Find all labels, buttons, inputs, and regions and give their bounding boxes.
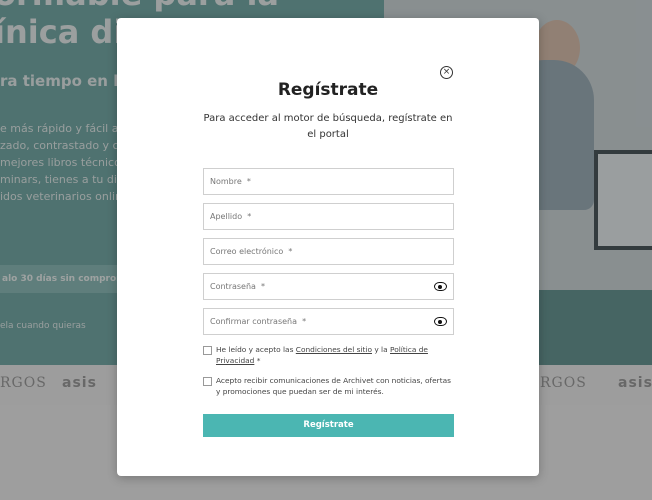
register-submit-button[interactable]: Regístrate: [203, 414, 454, 437]
terms-middle: y la: [371, 345, 390, 354]
modal-description: Para acceder al motor de búsqueda, regís…: [203, 113, 453, 140]
nombre-field[interactable]: [203, 168, 454, 195]
marketing-checkbox[interactable]: [203, 377, 212, 386]
confirm-password-field[interactable]: [203, 308, 454, 335]
marketing-label: Acepto recibir comunicaciones de Archive…: [216, 376, 451, 396]
eye-icon[interactable]: [434, 282, 447, 291]
apellido-field[interactable]: [203, 203, 454, 230]
nombre-input[interactable]: [204, 169, 453, 194]
apellido-input[interactable]: [204, 204, 453, 229]
terms-suffix: *: [254, 355, 261, 365]
terms-checkbox-row: He leído y acepto las Condiciones del si…: [203, 345, 454, 367]
terms-checkbox[interactable]: [203, 346, 212, 355]
password-input[interactable]: [204, 274, 453, 299]
terms-prefix: He leído y acepto las: [216, 345, 296, 354]
password-field[interactable]: [203, 273, 454, 300]
close-circle-icon[interactable]: ×: [440, 66, 453, 79]
terms-label: He leído y acepto las Condiciones del si…: [216, 345, 456, 366]
marketing-checkbox-row: Acepto recibir comunicaciones de Archive…: [203, 376, 454, 398]
eye-icon[interactable]: [434, 317, 447, 326]
modal-title: Regístrate: [277, 80, 379, 100]
confirm-password-input[interactable]: [204, 309, 453, 334]
email-input[interactable]: [204, 239, 453, 264]
conditions-link[interactable]: Condiciones del sitio: [296, 345, 372, 354]
register-modal: × Regístrate Para acceder al motor de bú…: [117, 18, 539, 476]
email-field[interactable]: [203, 238, 454, 265]
